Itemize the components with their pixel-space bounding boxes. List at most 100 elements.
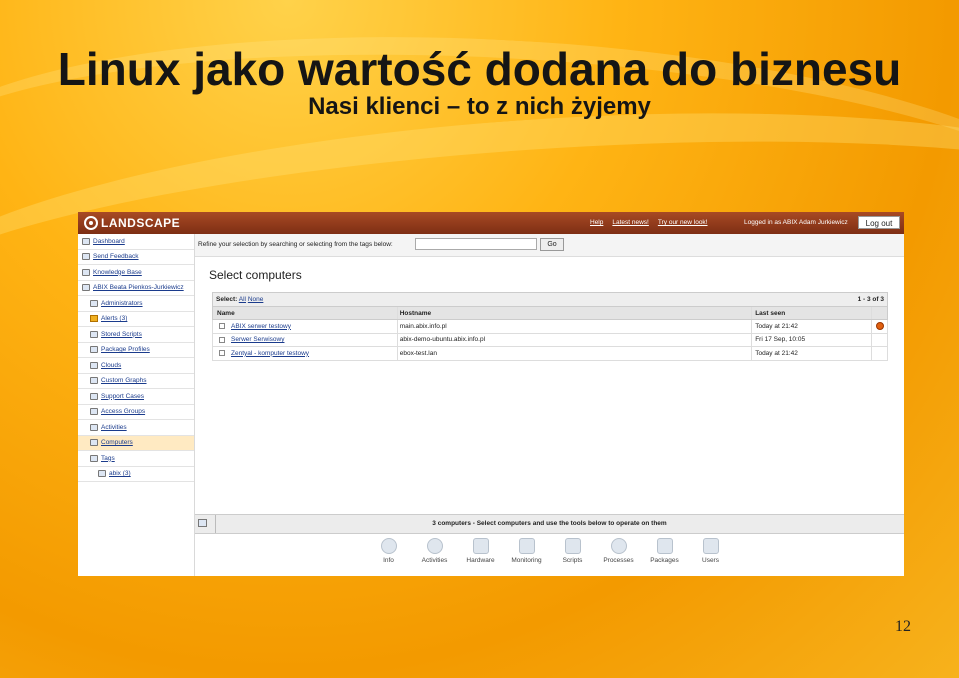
- tool-label: Activities: [421, 557, 448, 564]
- computer-link[interactable]: Serwer Serwisowy: [231, 336, 284, 343]
- sidebar-item-send-feedback[interactable]: Send Feedback: [78, 250, 194, 265]
- tool-label: Users: [702, 557, 719, 564]
- table-row: Serwer Serwisowy abix-demo-ubuntu.abix.i…: [212, 333, 888, 347]
- select-none-link[interactable]: None: [248, 296, 264, 303]
- sidebar-item-label: Custom Graphs: [101, 377, 147, 385]
- tool-info[interactable]: Info: [366, 534, 412, 576]
- column-hostname[interactable]: Hostname: [396, 307, 751, 319]
- sidebar-item-label: Knowledge Base: [93, 268, 142, 276]
- last-seen-cell: Today at 21:42: [751, 347, 871, 360]
- alert-cell: [871, 333, 887, 346]
- sidebar-item-support-cases[interactable]: Support Cases: [78, 389, 194, 405]
- sidebar-item-label: ABIX Beata Pienkos-Jurkiewicz: [93, 284, 184, 292]
- row-checkbox[interactable]: [219, 336, 225, 343]
- warning-icon: [90, 315, 98, 323]
- alert-icon[interactable]: [875, 322, 884, 331]
- tool-hardware[interactable]: Hardware: [458, 534, 504, 576]
- sidebar-item-stored-scripts[interactable]: Stored Scripts: [78, 327, 194, 343]
- page-title: Select computers: [209, 268, 302, 282]
- slide-title: Linux jako wartość dodana do biznesu: [57, 43, 902, 95]
- sidebar-item-knowledge-base[interactable]: Knowledge Base: [78, 265, 194, 281]
- graph-icon: [90, 377, 98, 385]
- sidebar-item-computers[interactable]: Computers: [78, 435, 194, 451]
- tool-activities[interactable]: Activities: [412, 534, 458, 576]
- tool-packages[interactable]: Packages: [642, 534, 688, 576]
- tool-monitoring[interactable]: Monitoring: [504, 534, 550, 576]
- sidebar-item-alerts[interactable]: Alerts (3): [78, 312, 194, 327]
- dashboard-icon: [82, 237, 90, 245]
- sidebar-item-tag-abix[interactable]: abix (3): [78, 467, 194, 482]
- account-icon: [82, 284, 90, 292]
- tag-icon: [90, 454, 98, 462]
- row-checkbox[interactable]: [219, 323, 225, 330]
- select-links: Select: All None: [216, 296, 263, 303]
- try-new-look-link[interactable]: Try our new look!: [658, 219, 708, 226]
- sidebar-item-dashboard[interactable]: Dashboard: [78, 234, 194, 250]
- logout-button[interactable]: Log out: [858, 216, 900, 229]
- tools-toolbar: Info Activities Hardware Monitoring Scri…: [195, 534, 904, 576]
- sidebar-item-label: Activities: [101, 423, 127, 431]
- tool-users[interactable]: Users: [688, 534, 734, 576]
- tag-icon: [98, 470, 106, 478]
- sidebar-item-label: Alerts (3): [101, 315, 128, 323]
- search-input[interactable]: [415, 238, 537, 250]
- cloud-icon: [90, 361, 98, 369]
- top-links: Help Latest news! Try our new look!: [590, 219, 708, 226]
- sidebar-item-access-groups[interactable]: Access Groups: [78, 405, 194, 420]
- row-checkbox[interactable]: [219, 350, 225, 357]
- sidebar-item-package-profiles[interactable]: Package Profiles: [78, 343, 194, 358]
- latest-news-link[interactable]: Latest news!: [612, 219, 649, 226]
- sidebar-item-activities[interactable]: Activities: [78, 420, 194, 436]
- table-header: Name Hostname Last seen: [212, 307, 888, 320]
- sidebar: Dashboard Send Feedback Knowledge Base A…: [78, 234, 195, 576]
- computer-link[interactable]: ABIX serwer testowy: [231, 323, 291, 330]
- tool-label: Monitoring: [511, 557, 542, 564]
- go-button[interactable]: Go: [540, 238, 564, 251]
- hardware-icon: [472, 538, 489, 554]
- alert-cell: [871, 320, 887, 333]
- hostname-cell: main.abix.info.pl: [396, 320, 751, 333]
- tool-scripts[interactable]: Scripts: [550, 534, 596, 576]
- logo-text: LANDSCAPE: [101, 216, 181, 230]
- slide-subtitle: Nasi klienci – to z nich żyjemy: [308, 93, 651, 120]
- sidebar-item-custom-graphs[interactable]: Custom Graphs: [78, 374, 194, 389]
- activities-icon: [426, 538, 443, 554]
- select-all-link[interactable]: All: [239, 296, 246, 303]
- sidebar-item-label: Stored Scripts: [101, 330, 142, 338]
- scripts-icon: [564, 538, 581, 554]
- sidebar-item-tags[interactable]: Tags: [78, 451, 194, 467]
- alert-cell: [871, 347, 887, 360]
- tool-label: Processes: [603, 557, 634, 564]
- tool-processes[interactable]: Processes: [596, 534, 642, 576]
- sidebar-item-administrators[interactable]: Administrators: [78, 296, 194, 312]
- table-row: Zentyal - komputer testowy ebox-test.lan…: [212, 347, 888, 361]
- sidebar-item-label: Dashboard: [93, 237, 125, 245]
- sidebar-item-clouds[interactable]: Clouds: [78, 358, 194, 374]
- column-last-seen[interactable]: Last seen: [751, 307, 871, 319]
- last-seen-cell: Fri 17 Sep, 10:05: [751, 333, 871, 346]
- landscape-screenshot: LANDSCAPE Help Latest news! Try our new …: [78, 212, 904, 576]
- last-seen-cell: Today at 21:42: [751, 320, 871, 333]
- landscape-logo[interactable]: LANDSCAPE: [84, 215, 180, 231]
- computer-link[interactable]: Zentyal - komputer testowy: [231, 350, 309, 357]
- support-icon: [90, 392, 98, 400]
- computers-table: Select: All None 1 - 3 of 3 Name Hostnam…: [212, 292, 888, 361]
- select-label: Select:: [216, 296, 238, 303]
- help-link[interactable]: Help: [590, 219, 603, 226]
- computers-icon: [90, 439, 98, 447]
- landscape-logo-icon: [84, 216, 98, 230]
- column-alerts: [871, 307, 887, 319]
- table-row: ABIX serwer testowy main.abix.info.pl To…: [212, 320, 888, 334]
- refine-label: Refine your selection by searching or se…: [198, 241, 393, 248]
- column-name[interactable]: Name: [213, 310, 397, 317]
- script-icon: [90, 330, 98, 338]
- sidebar-item-label: Clouds: [101, 361, 122, 369]
- row-name-cell: Zentyal - komputer testowy: [213, 350, 397, 357]
- administrators-icon: [90, 299, 98, 307]
- sidebar-item-label: Package Profiles: [101, 346, 150, 354]
- status-bar: 3 computers - Select computers and use t…: [195, 514, 904, 534]
- monitoring-icon: [518, 538, 535, 554]
- users-icon: [702, 538, 719, 554]
- sidebar-item-label: Send Feedback: [93, 253, 139, 261]
- sidebar-item-account[interactable]: ABIX Beata Pienkos-Jurkiewicz: [78, 281, 194, 296]
